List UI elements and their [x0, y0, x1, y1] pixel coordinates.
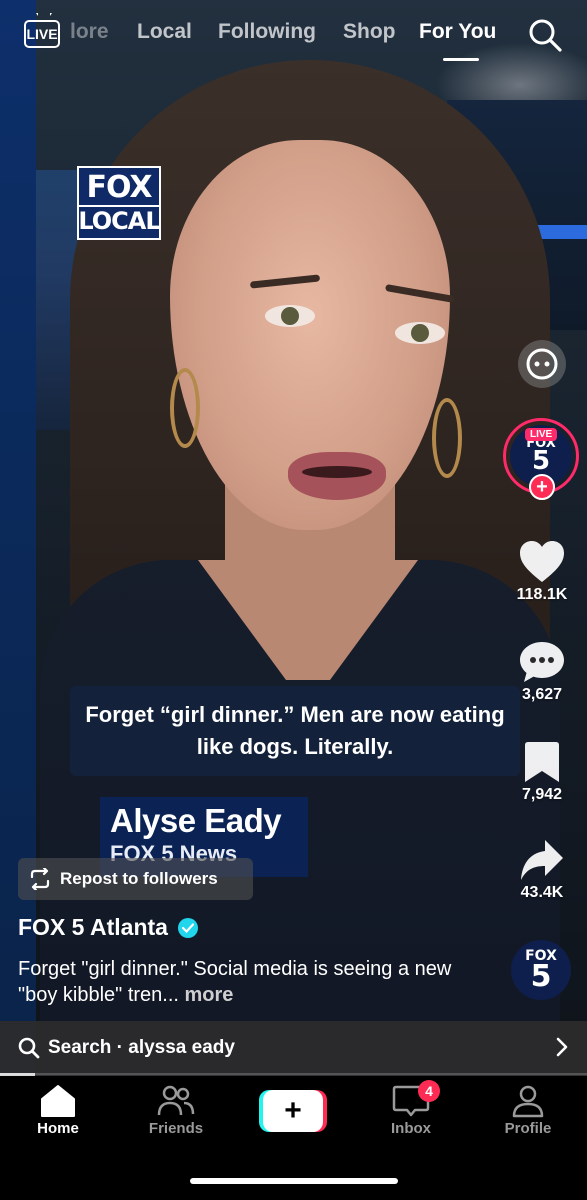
nav-inbox[interactable]: 4 Inbox [366, 1080, 456, 1137]
share-count: 43.4K [520, 884, 564, 901]
description-text: Forget "girl dinner." Social media is se… [18, 958, 452, 1006]
nav-profile-label: Profile [504, 1120, 552, 1137]
top-nav: LIVE lore Local Following Shop For You [0, 0, 587, 70]
inbox-badge: 4 [418, 1080, 440, 1102]
tab-explore[interactable]: lore [70, 20, 109, 44]
live-tv-icon[interactable]: LIVE [24, 20, 60, 48]
tab-local[interactable]: Local [137, 20, 192, 44]
sound-logo-line2: 5 [530, 958, 552, 994]
chevron-right-icon [556, 1037, 568, 1057]
comment-icon [520, 642, 564, 682]
home-icon [41, 1085, 75, 1117]
follow-plus-button[interactable]: + [529, 474, 555, 500]
tab-shop[interactable]: Shop [343, 20, 396, 44]
presenter-earring-left [170, 368, 200, 448]
create-post-button[interactable]: + [259, 1090, 327, 1132]
presenter-eye-left [265, 305, 315, 327]
save-button[interactable]: 7,942 [510, 740, 574, 804]
presenter-mouth [288, 452, 386, 500]
nav-home[interactable]: Home [13, 1084, 103, 1137]
nav-inbox-label: Inbox [391, 1120, 431, 1137]
related-search-bar[interactable]: Search · alyssa eady [0, 1021, 587, 1075]
live-label: LIVE [26, 26, 58, 42]
creator-name[interactable]: FOX 5 Atlanta [18, 914, 168, 941]
related-search-text: Search · alyssa eady [48, 1037, 235, 1058]
comment-count: 3,627 [521, 686, 563, 703]
creator-info[interactable]: FOX 5 Atlanta [18, 914, 198, 941]
nav-home-label: Home [37, 1120, 79, 1137]
tab-for-you[interactable]: For You [419, 20, 496, 44]
search-icon[interactable] [527, 17, 563, 53]
save-count: 7,942 [521, 786, 563, 803]
bookmark-icon [525, 742, 559, 782]
creator-avatar[interactable]: FOX 5 LIVE + [503, 418, 579, 502]
nav-friends[interactable]: Friends [131, 1084, 221, 1137]
sound-disc[interactable]: FOX 5 [511, 940, 571, 1000]
plus-icon: + [263, 1090, 323, 1132]
live-badge: LIVE [525, 428, 558, 441]
home-indicator [190, 1178, 398, 1184]
repost-label: Repost to followers [60, 869, 218, 888]
tab-following[interactable]: Following [218, 20, 316, 44]
fox-local-logo: FOX LOCAL [77, 166, 161, 240]
nav-profile[interactable]: Profile [483, 1084, 573, 1137]
presenter-earring-right [432, 398, 462, 478]
repost-icon [30, 868, 50, 890]
lower-third-name: Alyse Eady [110, 802, 282, 839]
like-button[interactable]: 118.1K [510, 540, 574, 604]
more-link[interactable]: more [185, 984, 234, 1006]
effect-face-icon[interactable] [516, 338, 568, 390]
bottom-tab-bar: Home Friends + 4 Inbox Profile [0, 1076, 587, 1200]
search-small-icon [18, 1037, 40, 1059]
video-caption: Forget “girl dinner.” Men are now eating… [70, 686, 520, 776]
nav-friends-label: Friends [148, 1120, 204, 1137]
avatar-logo-line2: 5 [531, 446, 551, 477]
heart-icon [520, 541, 564, 582]
share-arrow-icon [521, 840, 563, 880]
friends-icon [157, 1085, 195, 1116]
profile-icon [512, 1085, 544, 1118]
share-button[interactable]: 43.4K [510, 838, 574, 902]
fox-local-logo-line2: LOCAL [78, 205, 161, 235]
like-count: 118.1K [516, 586, 568, 603]
post-description[interactable]: Forget "girl dinner." Social media is se… [18, 956, 478, 1008]
verified-badge-icon [177, 917, 198, 938]
repost-button[interactable]: Repost to followers [18, 858, 253, 900]
active-tab-indicator [443, 58, 479, 61]
fox-local-logo-line1: FOX [86, 170, 152, 205]
comment-button[interactable]: 3,627 [510, 640, 574, 704]
presenter-eye-right [395, 322, 445, 344]
